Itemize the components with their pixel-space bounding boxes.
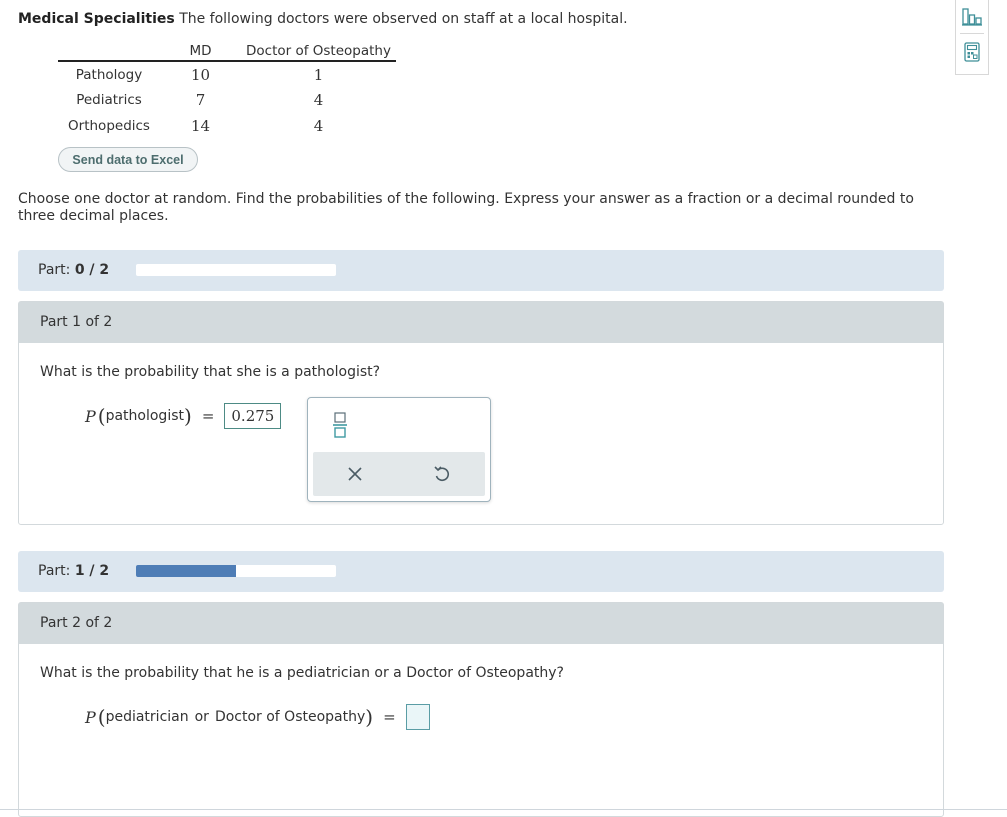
palette-actions [313,452,485,496]
close-paren: ) [365,705,374,729]
part-2-answer-input[interactable] [405,704,430,730]
part-label: Part: [38,563,71,579]
calculator-icon[interactable] [961,40,983,64]
equals-sign: = [201,407,215,425]
part-progress-label: Part: 1 / 2 [38,563,109,579]
progress-fill [136,565,236,577]
doctors-table: MD Doctor of Osteopathy Pathology 10 1 P… [58,41,396,139]
clear-icon[interactable] [345,464,365,484]
part-1-answer-row: P ( pathologist ) = 0.275 [85,403,282,429]
part-2-heading: Part 2 of 2 [19,603,943,644]
equals-sign: = [383,708,396,726]
part-2-panel: Part 2 of 2 What is the probability that… [18,602,944,817]
table-row: Orthopedics 14 4 [58,113,396,139]
part-1-heading: Part 1 of 2 [19,302,943,343]
column-header-osteopathy: Doctor of Osteopathy [241,41,396,62]
cell-md: 14 [190,117,211,135]
problem-text: The following doctors were observed on s… [179,11,628,27]
cell-md: 10 [190,65,211,84]
part-progress-bar: Part: 0 / 2 [18,250,944,291]
event-label-b: Doctor of Osteopathy [214,709,366,725]
part-label: Part: [38,262,71,278]
table-row: Pathology 10 1 [58,61,396,87]
cell-md: 7 [195,91,206,109]
cell-osteopathy: 1 [313,65,324,84]
event-or: or [194,709,209,725]
part-1-answer-input[interactable]: 0.275 [224,403,282,429]
send-to-excel-button[interactable]: Send data to Excel [58,147,198,172]
bottom-divider [0,809,1007,810]
problem-intro: Medical Specialities The following docto… [18,11,628,27]
part-progress-label: Part: 0 / 2 [38,262,109,278]
problem-title: Medical Specialities [18,11,175,27]
part-progress-value: 1 / 2 [74,563,110,579]
part-progress-value: 0 / 2 [74,262,110,278]
part-2-question: What is the probability that he is a ped… [40,665,564,681]
row-label: Pediatrics [76,92,142,108]
row-label: Pathology [75,66,143,83]
part-progress-bar: Part: 1 / 2 [18,551,944,592]
bar-chart-icon[interactable] [961,4,983,28]
row-label: Orthopedics [68,118,150,134]
cell-osteopathy: 4 [313,91,324,109]
probability-symbol: P [85,406,96,426]
table-corner [58,41,160,62]
part-1-question: What is the probability that she is a pa… [40,364,381,380]
close-paren: ) [184,404,192,428]
undo-icon[interactable] [431,464,451,484]
part-2-answer-row: P ( pediatrician or Doctor of Osteopathy… [85,704,430,730]
event-label-a: pediatrician [105,709,189,725]
open-paren: ( [97,404,106,428]
column-header-md: MD [160,41,241,62]
tools-rail [955,0,989,75]
probability-symbol: P [85,707,96,727]
main-content: Medical Specialities The following docto… [0,0,955,817]
rail-divider [960,33,984,34]
math-palette [307,397,491,502]
progress-track [136,264,336,276]
instructions-text: Choose one doctor at random. Find the pr… [18,191,914,224]
cell-osteopathy: 4 [313,117,324,135]
event-label: pathologist [105,408,184,424]
table-row: Pediatrics 7 4 [58,87,396,113]
open-paren: ( [97,705,106,729]
progress-track [136,565,336,577]
fraction-icon[interactable] [331,410,349,440]
